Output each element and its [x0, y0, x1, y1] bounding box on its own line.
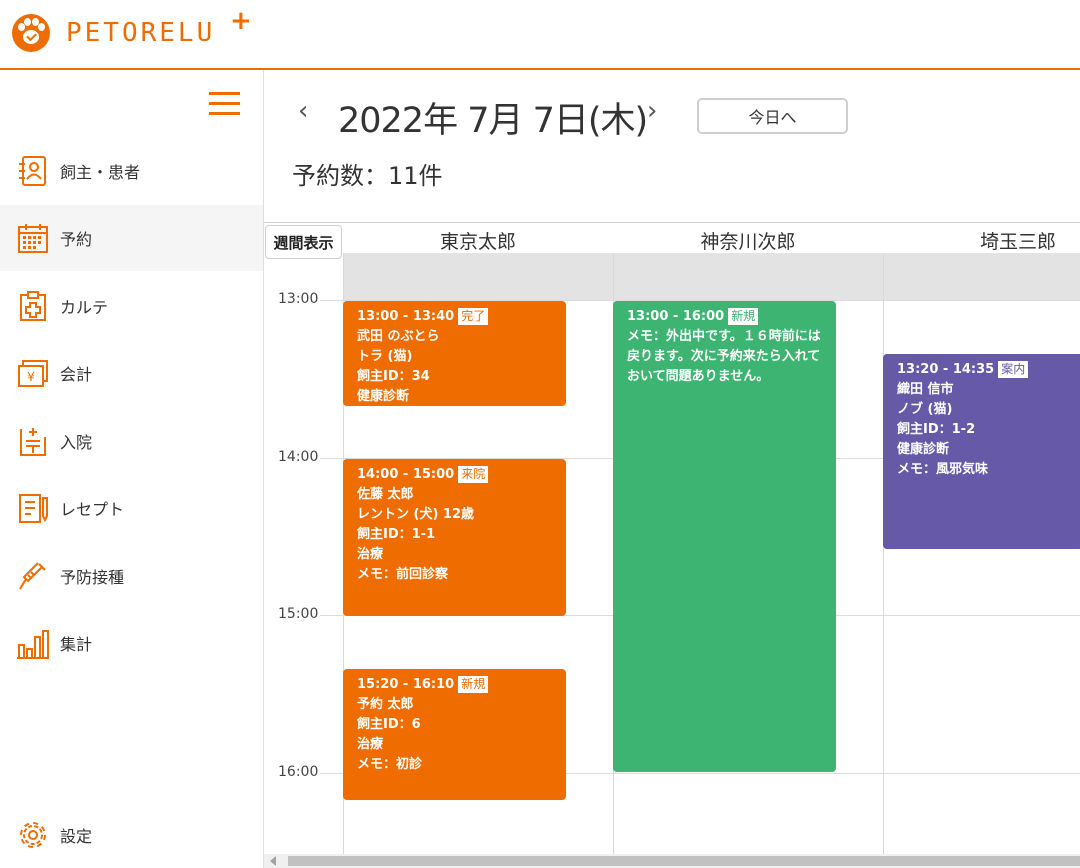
week-view-button[interactable]: 週間表示	[265, 225, 342, 259]
column-header-staff: 埼玉三郎	[979, 231, 1056, 253]
app-header: PETORELU +	[0, 0, 1080, 70]
sidebar-item-owner-patient[interactable]: 飼主・患者	[0, 138, 263, 204]
time-label: 16:00	[278, 764, 319, 780]
status-badge: 来院	[458, 466, 489, 483]
gear-icon	[20, 822, 46, 848]
reservation-count: 予約数：11件	[292, 162, 443, 190]
app-logo[interactable]: PETORELU +	[12, 6, 252, 52]
status-badge: 完了	[458, 308, 489, 325]
appointment-event[interactable]: 14:00 - 15:00 来院 佐藤 太郎 レントン (犬) 12歳 飼主ID：…	[343, 459, 566, 616]
calendar-icon	[18, 224, 48, 253]
app-logo-plus: +	[230, 6, 252, 36]
event-owner-id: 飼主ID：34	[357, 369, 430, 384]
all-day-row[interactable]	[343, 253, 1080, 300]
sidebar-item-label: レセプト	[60, 500, 125, 519]
next-day-chevron-right-icon[interactable]: ›	[647, 96, 657, 126]
time-label: 13:00	[278, 291, 319, 307]
event-owner: 織田 信市	[897, 382, 954, 397]
bar-chart-icon	[17, 630, 49, 659]
sidebar-item-label: 飼主・患者	[60, 163, 141, 182]
event-purpose: 健康診断	[897, 442, 950, 457]
event-owner: 佐藤 太郎	[357, 487, 414, 502]
hospitalization-icon	[20, 428, 46, 456]
column-header-staff: 神奈川次郎	[700, 231, 796, 253]
day-calendar: 週間表示 東京太郎 神奈川次郎 埼玉三郎 13:00 14:00 15:00 1…	[264, 222, 1080, 868]
sidebar-item-label: 予防接種	[60, 568, 125, 587]
status-badge: 案内	[998, 361, 1029, 378]
sidebar-item-accounting[interactable]: ¥ 会計	[0, 340, 263, 406]
column-divider	[883, 253, 884, 868]
event-time: 13:20 - 14:35	[897, 362, 995, 377]
sidebar-item-receipt[interactable]: レセプト	[0, 475, 263, 541]
prev-day-chevron-left-icon[interactable]: ‹	[298, 96, 308, 126]
svg-text:¥: ¥	[27, 370, 35, 384]
sidebar-item-label: 入院	[60, 433, 93, 452]
status-badge: 新規	[458, 676, 489, 693]
medical-chart-icon	[20, 291, 46, 321]
settings-label: 設定	[60, 827, 93, 846]
scrollbar-thumb[interactable]	[288, 856, 1080, 866]
event-owner-id: 飼主ID：6	[357, 717, 421, 732]
event-memo: メモ：前回診察	[357, 567, 449, 582]
sidebar: 飼主・患者 予約 カルテ ¥ 会計 入院 レセプト 予防接種 集計 設定	[0, 70, 264, 868]
event-owner: 予約 太郎	[357, 697, 414, 712]
event-memo: メモ：初診	[357, 757, 423, 772]
time-label: 15:00	[278, 606, 319, 622]
owner-patient-icon	[19, 156, 46, 186]
sidebar-item-reservation[interactable]: 予約	[0, 205, 263, 271]
event-pet: ノブ (猫)	[897, 402, 953, 417]
sidebar-item-label: カルテ	[60, 298, 109, 317]
event-memo: メモ：外出中です。１６時前には戻ります。次に予約来たら入れておいて問題ありません…	[627, 329, 821, 384]
event-owner-id: 飼主ID：1-2	[897, 422, 976, 437]
event-purpose: 治療	[357, 737, 384, 752]
event-owner-id: 飼主ID：1-1	[357, 527, 436, 542]
appointment-event[interactable]: 13:00 - 13:40 完了 武田 のぶとら トラ (猫) 飼主ID：34 健…	[343, 301, 566, 406]
event-purpose: 健康診断	[357, 389, 410, 404]
time-label: 14:00	[278, 449, 319, 465]
appointment-event[interactable]: 15:20 - 16:10 新規 予約 太郎 飼主ID：6 治療 メモ：初診	[343, 669, 566, 800]
paw-logo-icon	[12, 14, 50, 52]
status-badge: 新規	[728, 308, 759, 325]
sidebar-item-aggregate[interactable]: 集計	[0, 610, 263, 676]
sidebar-item-label: 集計	[60, 635, 93, 654]
event-time: 15:20 - 16:10	[357, 677, 455, 692]
event-owner: 武田 のぶとら	[357, 329, 440, 344]
appointment-event[interactable]: 13:00 - 16:00 新規 メモ：外出中です。１６時前には戻ります。次に予約…	[613, 301, 836, 772]
sidebar-item-label: 予約	[60, 230, 93, 249]
sidebar-item-settings[interactable]: 設定	[0, 810, 263, 860]
syringe-icon	[19, 562, 46, 590]
sidebar-item-vaccination[interactable]: 予防接種	[0, 543, 263, 609]
event-memo: メモ：風邪気味	[897, 462, 989, 477]
event-pet: レントン (犬) 12歳	[357, 507, 475, 522]
main-content: ‹ 2022年 7月 7日(木) › 今日へ 予約数：11件 週間表示 東京太郎…	[264, 70, 1080, 868]
today-button[interactable]: 今日へ	[697, 98, 848, 134]
register-icon: ¥	[18, 360, 48, 387]
app-logo-text: PETORELU	[66, 18, 216, 48]
scroll-left-arrow-icon[interactable]	[270, 856, 276, 866]
current-date-title: 2022年 7月 7日(木)	[338, 101, 648, 141]
sidebar-item-hospitalization[interactable]: 入院	[0, 408, 263, 474]
event-time: 13:00 - 16:00	[627, 309, 725, 324]
hamburger-menu-icon[interactable]	[209, 92, 240, 116]
sidebar-item-medical-chart[interactable]: カルテ	[0, 273, 263, 339]
receipt-icon	[19, 494, 48, 523]
appointment-event[interactable]: 13:20 - 14:35 案内 織田 信市 ノブ (猫) 飼主ID：1-2 健康…	[883, 354, 1080, 549]
horizontal-scrollbar[interactable]	[264, 854, 1080, 868]
column-header-staff: 東京太郎	[439, 231, 516, 253]
sidebar-item-label: 会計	[60, 365, 93, 384]
event-pet: トラ (猫)	[357, 349, 413, 364]
event-time: 14:00 - 15:00	[357, 467, 455, 482]
event-time: 13:00 - 13:40	[357, 309, 455, 324]
event-purpose: 治療	[357, 547, 384, 562]
